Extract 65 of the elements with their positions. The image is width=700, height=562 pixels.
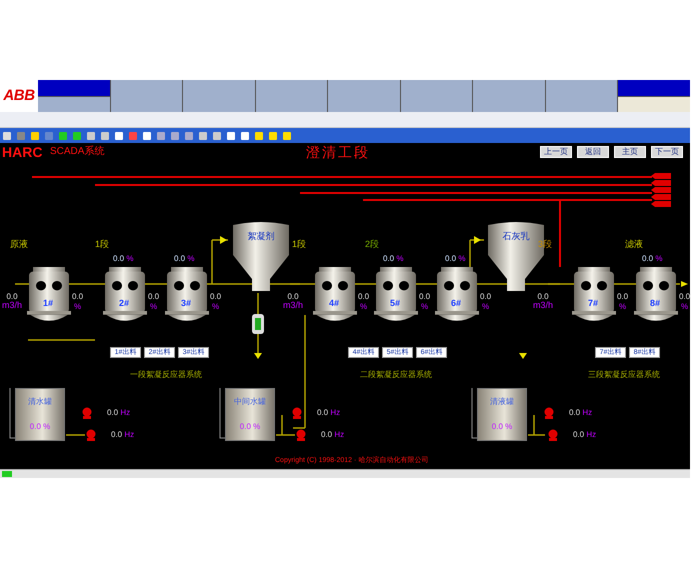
flow-unit: m3/h xyxy=(283,301,304,310)
abb-logo: ABB xyxy=(3,86,35,106)
tank-name: 清水罐 xyxy=(28,398,52,406)
flow-value: 0.0 xyxy=(287,293,299,301)
reactor-label: 8# xyxy=(650,299,660,308)
reading-value: 0.0 % xyxy=(445,255,466,263)
pump-frequency: 0.0 Hz xyxy=(573,431,596,439)
reactor-reading: 0.0 xyxy=(419,293,430,301)
reading-value: 0.0 % xyxy=(642,255,662,263)
reactor-reading: 0.0 xyxy=(480,293,492,301)
reactor-unit: % xyxy=(421,303,428,311)
hopper-label: 石灰乳 xyxy=(502,231,530,242)
reactor-reading: 0.0 xyxy=(679,293,690,301)
reactor-label: 4# xyxy=(329,299,340,308)
reactor-unit: % xyxy=(360,303,368,311)
stage-label: 原液 xyxy=(10,240,28,249)
nav-button[interactable]: 返回 xyxy=(577,146,609,158)
stage-label: 1段 xyxy=(292,240,306,249)
nav-button[interactable]: 下一页 xyxy=(651,146,683,158)
pump-frequency: 0.0 Hz xyxy=(569,409,592,417)
reactor-unit: % xyxy=(74,303,82,311)
section-caption: 三段絮凝反应器系统 xyxy=(588,371,660,379)
reactor-label: 3# xyxy=(181,299,192,308)
nav-button[interactable]: 上一页 xyxy=(540,146,572,158)
tank-name: 中间水罐 xyxy=(234,398,266,406)
reactor-label: 1# xyxy=(43,299,54,308)
reactor-unit: % xyxy=(482,303,490,311)
reactor-unit: % xyxy=(212,303,220,311)
stage-label: 1段 xyxy=(95,240,110,249)
reading-value: 0.0 % xyxy=(174,255,194,263)
brand-text: HARC xyxy=(2,145,42,159)
nav-button[interactable]: 主页 xyxy=(614,146,646,158)
reactor-reading: 0.0 xyxy=(210,293,222,301)
pump-frequency: 0.0 Hz xyxy=(107,409,130,417)
tank-level: 0.0 % xyxy=(30,423,50,432)
pump-frequency: 0.0 Hz xyxy=(111,431,134,439)
section-caption: 二段絮凝反应器系统 xyxy=(360,371,432,379)
flow-unit: m3/h xyxy=(533,301,554,310)
reactor-reading: 0.0 xyxy=(148,293,160,301)
reactor-reading: 0.0 xyxy=(358,293,370,301)
stage-label: 2段 xyxy=(365,240,380,249)
flow-value: 0.0 xyxy=(537,293,549,301)
reactor-unit: % xyxy=(619,303,626,311)
stage-label: 滤液 xyxy=(625,240,643,249)
screen-title: 澄清工段 xyxy=(306,145,370,159)
reactor-label: 7# xyxy=(588,299,598,308)
hopper-label: 絮凝剂 xyxy=(246,231,276,242)
flow-unit: m3/h xyxy=(2,301,22,310)
system-subtitle: SCADA系统 xyxy=(50,147,104,157)
flow-value: 0.0 xyxy=(6,293,18,301)
reading-value: 0.0 % xyxy=(383,255,404,263)
reading-value: 0.0 % xyxy=(113,255,134,263)
reactor-label: 2# xyxy=(119,299,130,308)
reactor-reading: 0.0 xyxy=(617,293,628,301)
tank-level: 0.0 % xyxy=(240,423,260,432)
tank-level: 0.0 % xyxy=(492,423,512,432)
reactor-unit: % xyxy=(150,303,158,311)
reactor-reading: 0.0 xyxy=(72,293,84,301)
pump-frequency: 0.0 Hz xyxy=(321,431,344,439)
pump-frequency: 0.0 Hz xyxy=(317,409,340,417)
reactor-label: 6# xyxy=(451,299,462,308)
reactor-label: 5# xyxy=(390,299,400,308)
tank-name: 清液罐 xyxy=(490,398,514,406)
reactor-unit: % xyxy=(681,303,688,311)
section-caption: 一段絮凝反应器系统 xyxy=(130,371,202,379)
